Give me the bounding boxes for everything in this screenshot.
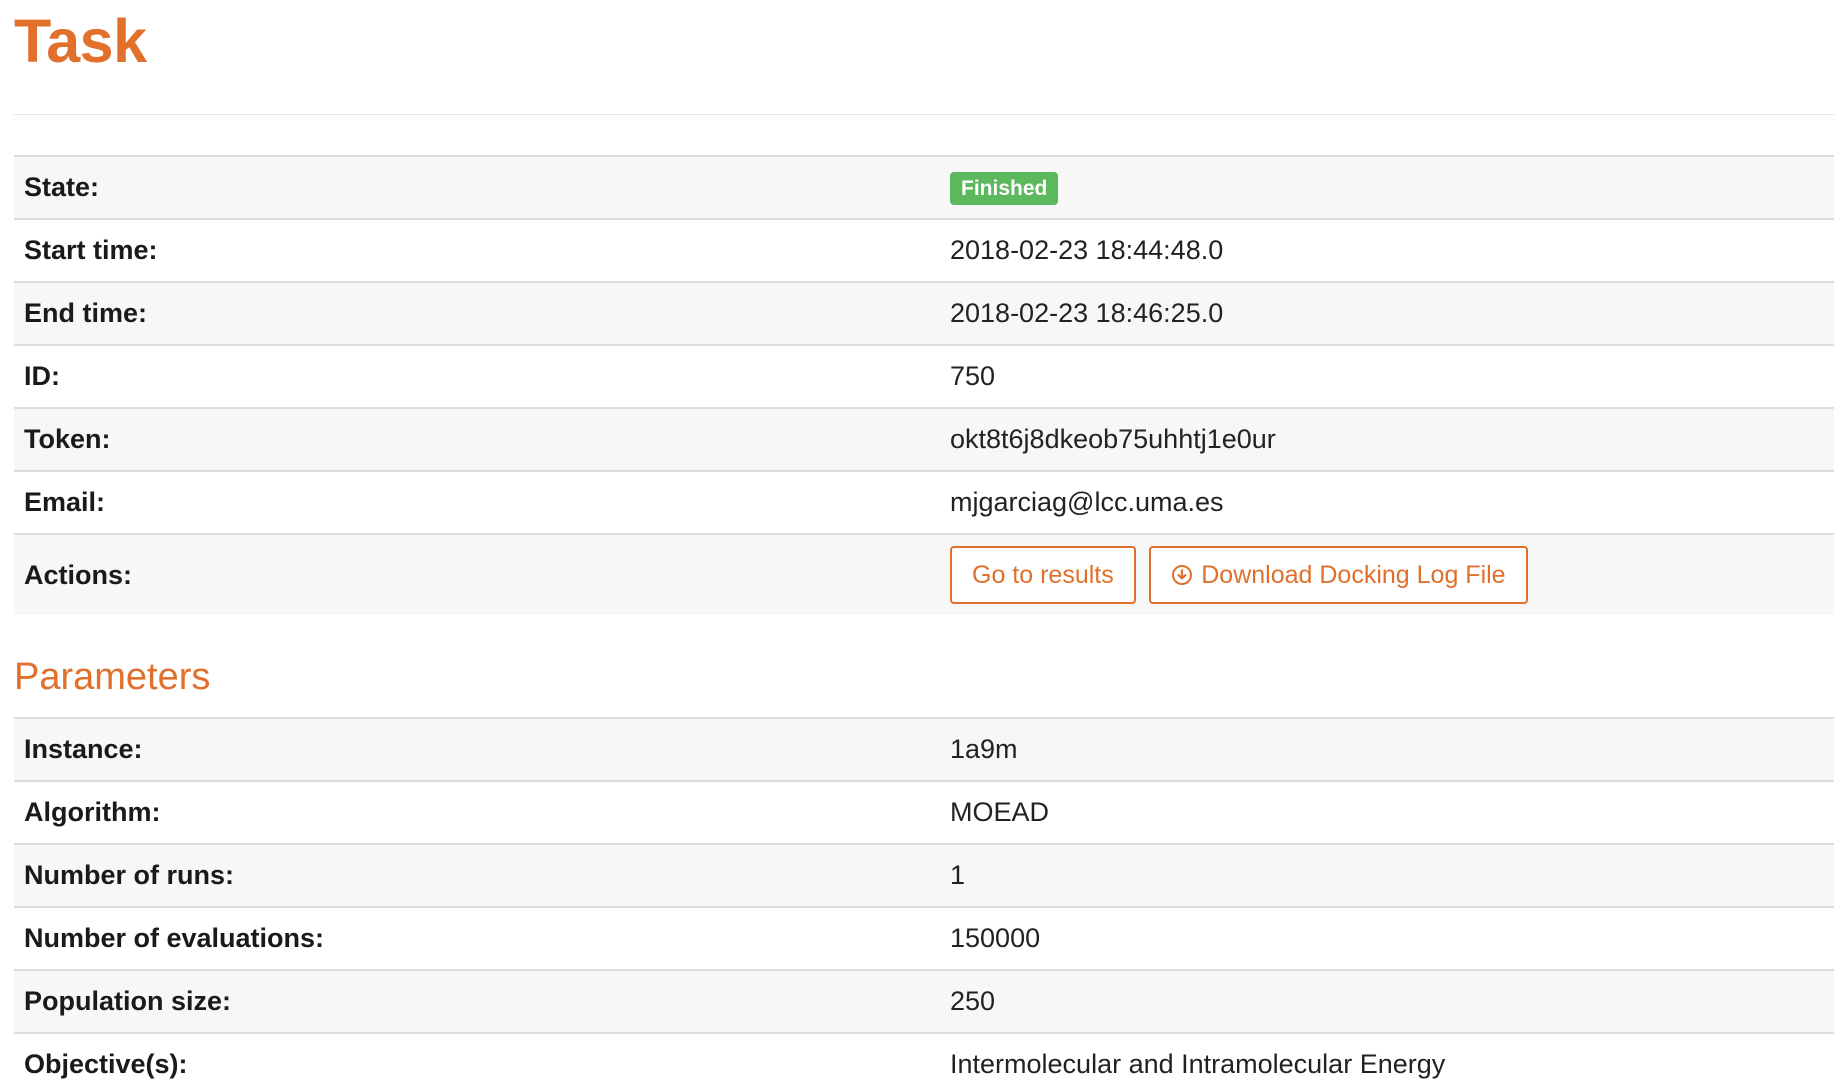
row-value: 750: [940, 345, 1834, 409]
download-log-button[interactable]: Download Docking Log File: [1149, 546, 1528, 604]
row-label: Start time:: [14, 219, 940, 283]
row-value: mjgarciag@lcc.uma.es: [940, 471, 1834, 535]
row-value: Intermolecular and Intramolecular Energy: [940, 1033, 1834, 1088]
task-row-token: Token: okt8t6j8dkeob75uhhtj1e0ur: [14, 408, 1834, 472]
row-value: okt8t6j8dkeob75uhhtj1e0ur: [940, 408, 1834, 472]
param-row-instance: Instance: 1a9m: [14, 718, 1834, 782]
task-row-email: Email: mjgarciag@lcc.uma.es: [14, 471, 1834, 535]
title-divider: [14, 114, 1834, 115]
row-label: Token:: [14, 408, 940, 472]
row-label: Email:: [14, 471, 940, 535]
row-label: End time:: [14, 282, 940, 346]
row-label: Instance:: [14, 718, 940, 782]
param-row-objectives: Objective(s): Intermolecular and Intramo…: [14, 1033, 1834, 1088]
row-value: MOEAD: [940, 781, 1834, 845]
page-title: Task: [14, 7, 147, 75]
param-row-algorithm: Algorithm: MOEAD: [14, 781, 1834, 845]
parameters-table: Instance: 1a9m Algorithm: MOEAD Number o…: [14, 717, 1834, 1088]
row-value: 150000: [940, 907, 1834, 971]
go-to-results-button[interactable]: Go to results: [950, 546, 1136, 604]
task-row-end-time: End time: 2018-02-23 18:46:25.0: [14, 282, 1834, 346]
param-row-evaluations: Number of evaluations: 150000: [14, 907, 1834, 971]
row-value: 2018-02-23 18:46:25.0: [940, 282, 1834, 346]
task-info-table: State: Finished Start time: 2018-02-23 1…: [14, 155, 1834, 615]
row-value: 2018-02-23 18:44:48.0: [940, 219, 1834, 283]
row-value: 1a9m: [940, 718, 1834, 782]
row-label: Actions:: [14, 534, 940, 615]
row-value: 250: [940, 970, 1834, 1034]
download-log-label: Download Docking Log File: [1201, 560, 1506, 589]
row-label: Objective(s):: [14, 1033, 940, 1088]
task-row-actions: Actions: Go to results Download Docking …: [14, 534, 1834, 615]
row-value: Finished: [940, 156, 1834, 220]
task-page: Task State: Finished Start time: 2018-02…: [0, 0, 1848, 1088]
row-label: Population size:: [14, 970, 940, 1034]
param-row-population: Population size: 250: [14, 970, 1834, 1034]
param-row-runs: Number of runs: 1: [14, 844, 1834, 908]
task-row-start-time: Start time: 2018-02-23 18:44:48.0: [14, 219, 1834, 283]
task-row-state: State: Finished: [14, 156, 1834, 220]
row-label: ID:: [14, 345, 940, 409]
row-value: 1: [940, 844, 1834, 908]
row-label: Algorithm:: [14, 781, 940, 845]
row-value: Go to results Download Docking Log File: [940, 534, 1834, 615]
row-label: Number of evaluations:: [14, 907, 940, 971]
row-label: State:: [14, 156, 940, 220]
go-to-results-label: Go to results: [972, 560, 1114, 589]
download-circle-icon: [1172, 565, 1193, 585]
task-row-id: ID: 750: [14, 345, 1834, 409]
row-label: Number of runs:: [14, 844, 940, 908]
status-badge: Finished: [950, 171, 1059, 205]
parameters-heading: Parameters: [14, 656, 211, 698]
